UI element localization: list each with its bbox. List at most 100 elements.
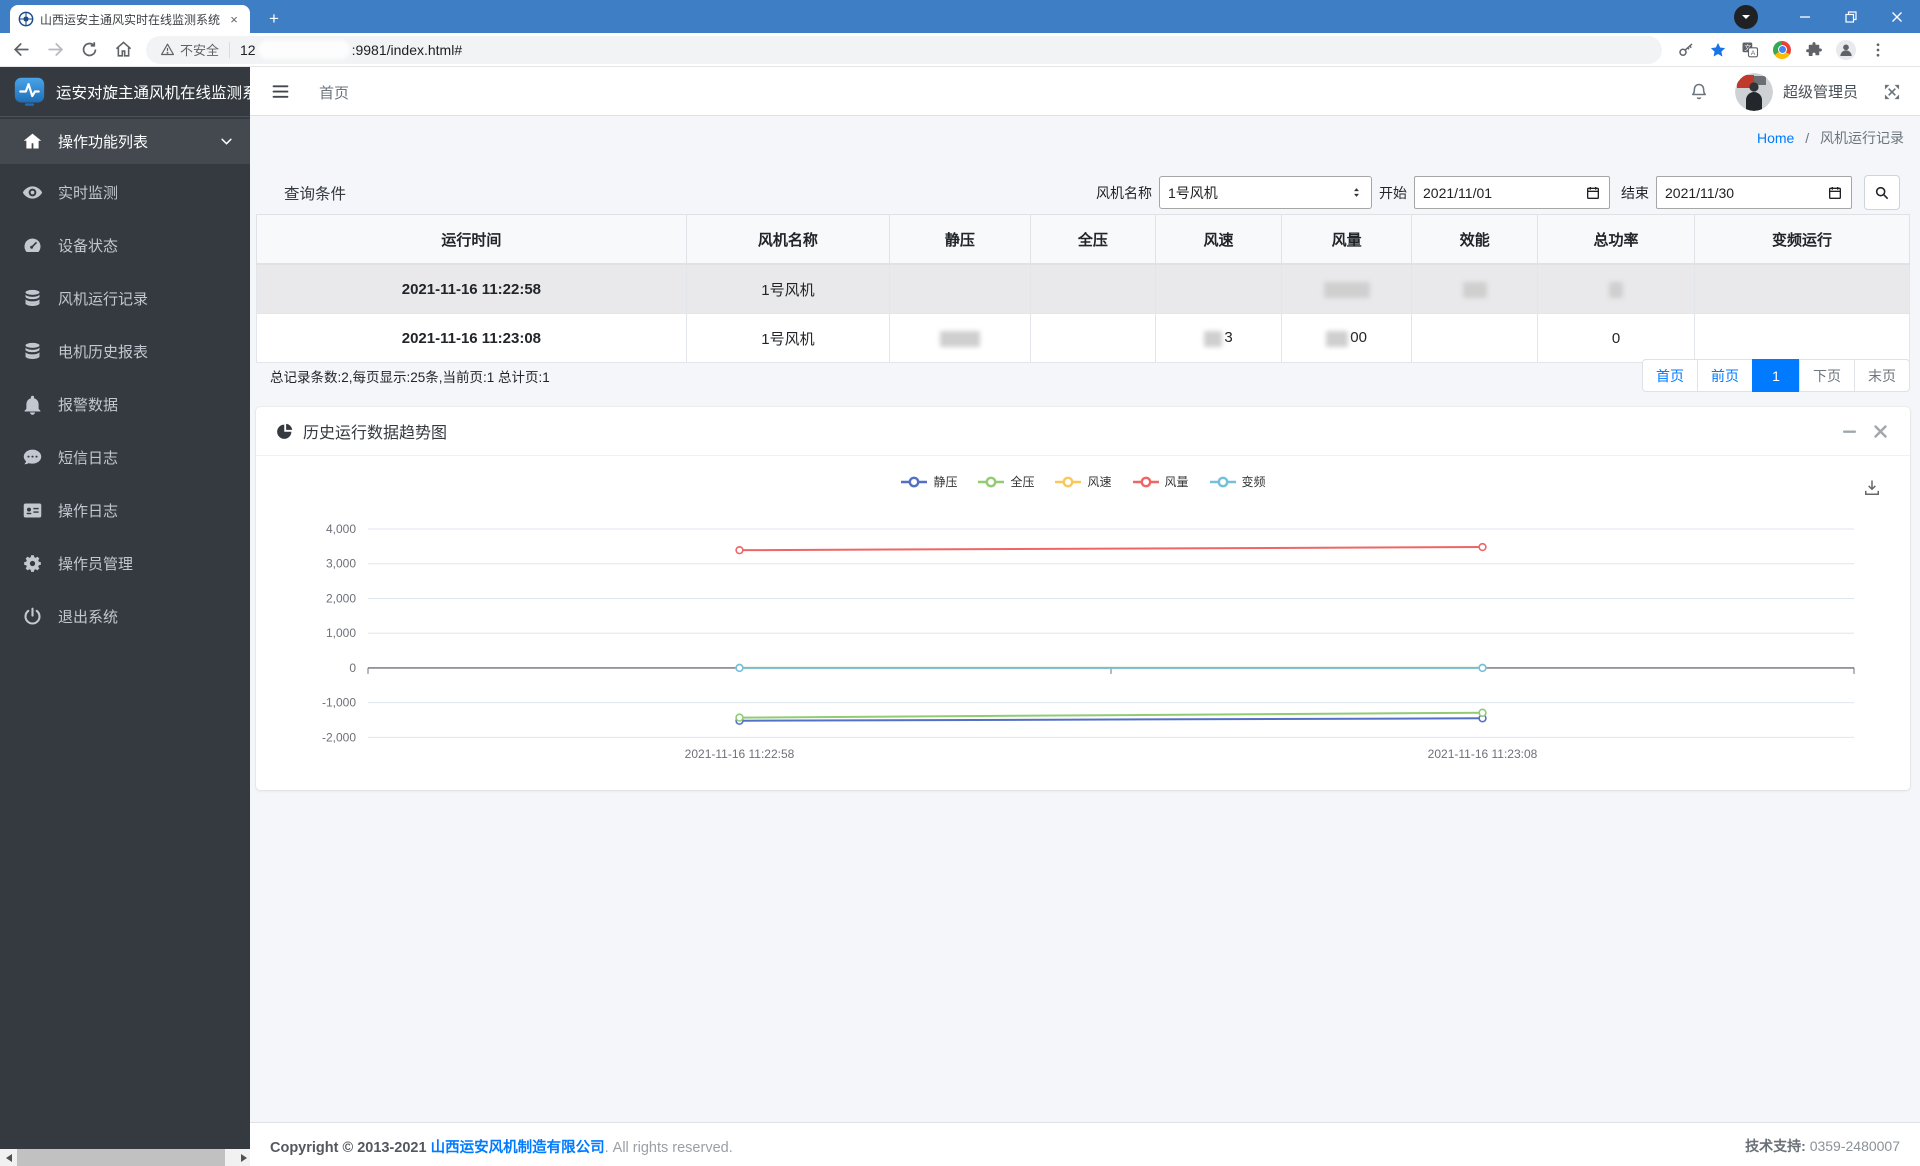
table-cell <box>1029 263 1157 314</box>
window-close-button[interactable] <box>1874 0 1920 33</box>
table-column-header[interactable]: 风量 <box>1280 214 1413 265</box>
pagination-button[interactable]: 1 <box>1752 359 1800 392</box>
notification-bell-icon[interactable] <box>1689 82 1709 102</box>
sidebar-item-menu-root[interactable]: 操作功能列表 <box>0 119 250 164</box>
company-link[interactable]: 山西运安风机制造有限公司 <box>431 1140 605 1156</box>
sidebar-item-label: 风机运行记录 <box>58 291 149 308</box>
table-cell <box>1694 263 1910 314</box>
sidebar-item-device-status[interactable]: 设备状态 <box>0 223 250 268</box>
table-cell <box>1155 263 1282 314</box>
back-icon[interactable] <box>8 37 34 63</box>
bookmark-star-icon[interactable] <box>1708 40 1728 60</box>
table-row[interactable]: 2021-11-16 11:23:08 1号风机 3 00 0 <box>256 313 1910 363</box>
url-redacted-segment <box>257 40 350 59</box>
search-button[interactable] <box>1864 175 1900 210</box>
chrome-extension-icon[interactable] <box>1772 40 1792 60</box>
browser-profile-icon[interactable] <box>1734 4 1758 29</box>
pagination-button[interactable]: 末页 <box>1854 359 1910 392</box>
app-footer: Copyright © 2013-2021 山西运安风机制造有限公司. All … <box>250 1122 1920 1166</box>
table-cell <box>889 263 1031 314</box>
power-icon <box>22 606 43 627</box>
copyright-text: Copyright © 2013-2021 山西运安风机制造有限公司. All … <box>270 1140 733 1156</box>
new-tab-button[interactable]: + <box>262 8 286 30</box>
extensions-puzzle-icon[interactable] <box>1804 40 1824 60</box>
browser-menu-icon[interactable] <box>1868 40 1888 60</box>
table-cell: 0 <box>1537 313 1696 363</box>
sidebar-horizontal-scrollbar[interactable] <box>0 1149 250 1166</box>
pagination-button[interactable]: 首页 <box>1642 359 1698 392</box>
sidebar-item-operator-admin[interactable]: 操作员管理 <box>0 541 250 586</box>
table-column-header[interactable]: 运行时间 <box>256 214 687 265</box>
table-cell <box>1411 313 1539 363</box>
sidebar-item-label: 操作日志 <box>58 503 119 520</box>
topbar-home-link[interactable]: 首页 <box>319 82 349 103</box>
fullscreen-expand-icon[interactable] <box>1882 82 1902 102</box>
table-column-header[interactable]: 风速 <box>1155 214 1282 265</box>
calendar-icon <box>1829 186 1841 199</box>
table-row[interactable]: 2021-11-16 11:22:58 1号风机 <box>256 263 1910 314</box>
pie-chart-icon <box>276 422 294 440</box>
svg-text:2021-11-16 11:23:08: 2021-11-16 11:23:08 <box>1428 747 1538 761</box>
svg-text:0: 0 <box>349 661 356 675</box>
table-column-header[interactable]: 静压 <box>889 214 1031 265</box>
table-cell <box>889 313 1031 363</box>
sidebar-item-logout[interactable]: 退出系统 <box>0 594 250 639</box>
page-content: Home / 风机运行记录 查询条件 风机名称 1号风机 开始 2021/11/… <box>250 116 1920 1122</box>
table-column-header[interactable]: 全压 <box>1029 214 1157 265</box>
sidebar-item-label: 电机历史报表 <box>58 344 149 361</box>
password-key-icon[interactable] <box>1676 40 1696 60</box>
card-minimize-button[interactable] <box>1842 424 1857 439</box>
user-avatar[interactable] <box>1734 72 1773 111</box>
table-column-header[interactable]: 风机名称 <box>685 214 891 265</box>
svg-text:A: A <box>1751 49 1756 56</box>
breadcrumb-home-link[interactable]: Home <box>1757 130 1794 146</box>
sidebar-item-operation-log[interactable]: 操作日志 <box>0 488 250 533</box>
window-minimize-button[interactable] <box>1782 0 1828 33</box>
table-column-header[interactable]: 总功率 <box>1537 214 1696 265</box>
sidebar-item-alarm-data[interactable]: 报警数据 <box>0 382 250 427</box>
sidebar-item-sms-log[interactable]: 短信日志 <box>0 435 250 480</box>
toolbar-right-icons: 文A <box>1676 39 1888 60</box>
browser-user-icon[interactable] <box>1836 39 1856 60</box>
end-date-input[interactable]: 2021/11/30 <box>1656 176 1852 209</box>
sidebar-item-motor-history[interactable]: 电机历史报表 <box>0 329 250 374</box>
start-date-input[interactable]: 2021/11/01 <box>1414 176 1610 209</box>
fan-select[interactable]: 1号风机 <box>1159 176 1372 209</box>
user-name[interactable]: 超级管理员 <box>1783 81 1858 102</box>
hamburger-menu-icon[interactable] <box>270 81 291 102</box>
browser-tab[interactable]: 山西运安主通风实时在线监测系统 × <box>10 5 250 33</box>
security-warning[interactable]: 不安全 <box>160 40 219 59</box>
pagination-button[interactable]: 前页 <box>1697 359 1753 392</box>
url-text[interactable]: 12 :9981/index.html# <box>240 40 462 59</box>
scrollbar-right-arrow[interactable] <box>233 1149 250 1166</box>
translate-icon[interactable]: 文A <box>1740 40 1760 60</box>
sidebar-menu: 操作功能列表 实时监测设备状态风机运行记录 电机历史报表报警数据短信日志操作日志操作… <box>0 117 250 639</box>
scrollbar-left-arrow[interactable] <box>0 1149 17 1166</box>
scrollbar-thumb[interactable] <box>17 1149 225 1166</box>
pagination-button[interactable]: 下页 <box>1799 359 1855 392</box>
search-icon <box>1875 186 1889 199</box>
sidebar-item-realtime[interactable]: 实时监测 <box>0 170 250 215</box>
address-bar[interactable]: 不安全 12 :9981/index.html# <box>146 35 1662 64</box>
sidebar-item-fan-run-records[interactable]: 风机运行记录 <box>0 276 250 321</box>
svg-text:-2,000: -2,000 <box>322 730 356 744</box>
home-icon <box>22 131 43 152</box>
window-restore-button[interactable] <box>1828 0 1874 33</box>
tab-title: 山西运安主通风实时在线监测系统 <box>40 12 220 27</box>
redacted-value <box>1204 330 1223 347</box>
table-cell: 00 <box>1280 313 1413 363</box>
svg-text:-1,000: -1,000 <box>322 696 356 710</box>
card-close-button[interactable] <box>1873 424 1888 439</box>
browser-home-icon[interactable] <box>110 37 136 63</box>
reload-icon[interactable] <box>76 37 102 63</box>
query-bar: 查询条件 风机名称 1号风机 开始 2021/11/01 结束 2021/11/… <box>256 173 1910 211</box>
table-column-header[interactable]: 变频运行 <box>1694 214 1910 265</box>
query-title: 查询条件 <box>284 186 347 203</box>
forward-icon[interactable] <box>42 37 68 63</box>
app: 运安对旋主通风机在线监测系统 操作功能列表实时监测设备状态风机运行记录电机历史报… <box>0 67 1920 1166</box>
screen: 山西运安主通风实时在线监测系统 × + 不安全 12:9981/index.h… <box>0 0 1920 1166</box>
trend-chart[interactable]: -2,000 -1,000 0 1,000 2,000 3,000 4,000 2021-11… <box>256 455 1910 795</box>
table-column-header[interactable]: 效能 <box>1411 214 1539 265</box>
tab-close-icon[interactable]: × <box>226 12 242 27</box>
brand[interactable]: 运安对旋主通风机在线监测系统 <box>0 67 250 117</box>
